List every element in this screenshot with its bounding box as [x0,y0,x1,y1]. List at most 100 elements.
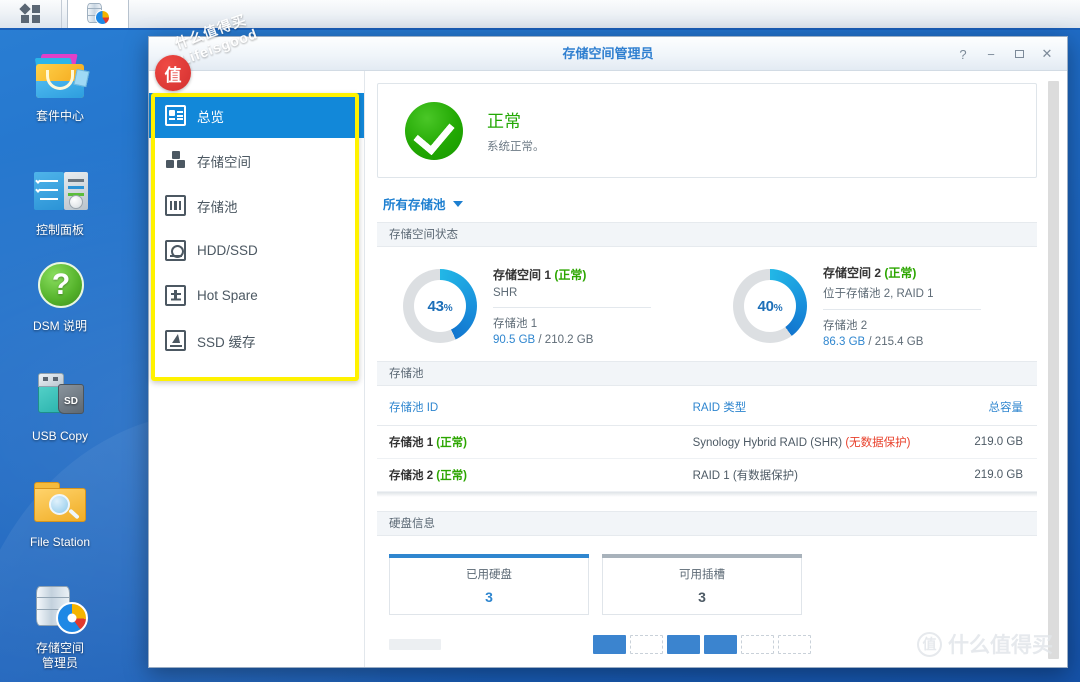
volume-card[interactable]: 43% 存储空间 1 (正常) SHR 存储池 1 90.5 GB / 210.… [377,264,707,348]
maximize-button[interactable] [1007,42,1031,66]
taskbar-app-storage-manager[interactable] [67,0,129,28]
disk-slot-free[interactable] [778,634,811,654]
pool-raid-note: (无数据保护) [845,437,911,449]
disk-card-used[interactable]: 已用硬盘 3 [389,554,589,615]
sidebar-item-label: HDD/SSD [197,243,258,258]
disk-card-value: 3 [485,589,493,605]
sidebar-nav: 总览 存储空间 存储池 HDD/SSD Hot Spare SSD 缓存 [149,71,365,667]
column-header-capacity[interactable]: 总容量 [931,399,1037,426]
disk-slot-used[interactable] [593,634,626,654]
check-circle-icon [405,101,463,160]
disk-slot-diagram [377,615,1037,657]
slot-diagram-label [389,638,441,650]
volume-status: (正常) [884,266,917,280]
volume-raid-type: 位于存储池 2, RAID 1 [823,288,934,300]
window-controls: ? − ✕ [951,37,1059,71]
volume-section-header: 存储空间状态 [377,222,1037,247]
sidebar-item-storage-pool[interactable]: 存储池 [149,183,364,228]
desktop-icon-control-panel[interactable]: 控制面板 [0,162,120,238]
donut-percent-value: 40 [757,297,775,315]
pool-capacity: 219.0 GB [931,458,1037,492]
desktop-icon-label: File Station [29,535,91,549]
disk-slot-free[interactable] [741,634,774,654]
disk-slot-used[interactable] [704,634,737,654]
package-center-icon [30,48,90,104]
disk-card-label: 已用硬盘 [466,569,512,581]
app-grid-icon [18,3,42,24]
table-row[interactable]: 存储池 2 (正常) RAID 1 (有数据保护) 219.0 GB [377,458,1037,492]
disk-card-free[interactable]: 可用插槽 3 [602,554,802,615]
volume-usage-donut: 40% [733,269,807,343]
minimize-button[interactable]: − [979,42,1003,66]
hdd-icon [165,240,186,261]
volume-usage-donut: 43% [403,269,477,343]
overview-icon [165,105,186,126]
sidebar-item-volume[interactable]: 存储空间 [149,138,364,183]
volume-pool-name: 存储池 1 [493,318,538,330]
help-button[interactable]: ? [951,42,975,66]
volume-total: / 215.4 GB [868,336,924,348]
volume-list: 43% 存储空间 1 (正常) SHR 存储池 1 90.5 GB / 210.… [377,247,1037,361]
desktop-icon-label: 控制面板 [35,223,84,237]
divider [493,307,651,308]
main-content: 正常 系统正常。 所有存储池 存储空间状态 43% 存储空间 1 (正常) SH… [365,71,1067,667]
table-header-row: 存储池 ID RAID 类型 总容量 [377,399,1037,426]
window-title: 存储空间管理员 [562,46,654,61]
square-icon [1014,50,1024,58]
pool-id: 存储池 2 [389,470,434,482]
table-row[interactable]: 存储池 1 (正常) Synology Hybrid RAID (SHR) (无… [377,425,1037,459]
desktop-icon-file-station[interactable]: File Station [0,474,120,550]
sidebar-item-label: 总览 [197,109,224,125]
sidebar-item-label: Hot Spare [197,288,258,303]
sidebar-item-hdd-ssd[interactable]: HDD/SSD [149,228,364,273]
disk-card-value: 3 [698,589,706,605]
table-bottom-shadow [377,492,1037,497]
chevron-down-icon [452,200,463,207]
desktop-icon-label: 套件中心 [35,109,84,123]
storage-manager-icon [30,580,90,636]
volume-icon [165,150,186,171]
disk-section-header: 硬盘信息 [377,511,1037,536]
pool-filter-dropdown[interactable]: 所有存储池 [383,194,463,213]
volume-used: 86.3 GB [823,336,866,348]
main-menu-button[interactable] [0,0,62,28]
storage-manager-window: 存储空间管理员 ? − ✕ 总览 存储空间 存储池 HDD/SSD Hot Sp… [148,36,1068,668]
slot-list [593,634,811,654]
column-header-raid-type[interactable]: RAID 类型 [680,399,932,426]
hot-spare-icon [165,285,186,306]
donut-percent-value: 43 [427,297,445,315]
status-description: 系统正常。 [487,141,545,153]
ssd-cache-icon [165,330,186,351]
disk-summary-cards: 已用硬盘 3 可用插槽 3 [377,536,1037,615]
storage-pool-table: 存储池 ID RAID 类型 总容量 存储池 1 (正常) Synology H… [377,399,1037,492]
storage-pool-icon [165,195,186,216]
disk-slot-used[interactable] [667,634,700,654]
pool-raid: RAID 1 (有数据保护) [692,470,799,482]
disk-card-label: 可用插槽 [679,569,725,581]
volume-card[interactable]: 40% 存储空间 2 (正常) 位于存储池 2, RAID 1 存储池 2 86… [707,264,1037,348]
status-title: 正常 [487,112,521,131]
card-accent-bar [389,554,589,558]
disk-slot-free[interactable] [630,634,663,654]
vertical-scrollbar[interactable] [1048,81,1059,659]
column-header-pool-id[interactable]: 存储池 ID [377,399,681,426]
desktop-icon-usb-copy[interactable]: SD USB Copy [0,368,120,444]
volume-status: (正常) [554,268,587,282]
desktop-icon-package-center[interactable]: 套件中心 [0,48,120,124]
volume-total: / 210.2 GB [538,334,594,346]
pool-status: (正常) [436,437,467,449]
sidebar-item-label: 存储池 [197,199,238,215]
sidebar-item-overview[interactable]: 总览 [149,93,364,138]
donut-percent-symbol: % [773,302,783,314]
window-titlebar[interactable]: 存储空间管理员 ? − ✕ [149,37,1067,71]
usb-copy-icon: SD [30,368,90,424]
desktop-icon-storage-manager[interactable]: 存储空间 管理员 [0,580,120,671]
storage-manager-icon [86,3,110,25]
file-station-icon [30,474,90,530]
desktop-icon-dsm-help[interactable]: ? DSM 说明 [0,258,120,334]
sidebar-item-ssd-cache[interactable]: SSD 缓存 [149,318,364,363]
close-button[interactable]: ✕ [1035,42,1059,66]
sidebar-item-hot-spare[interactable]: Hot Spare [149,273,364,318]
divider [823,309,981,310]
pool-filter-label: 所有存储池 [383,198,446,212]
